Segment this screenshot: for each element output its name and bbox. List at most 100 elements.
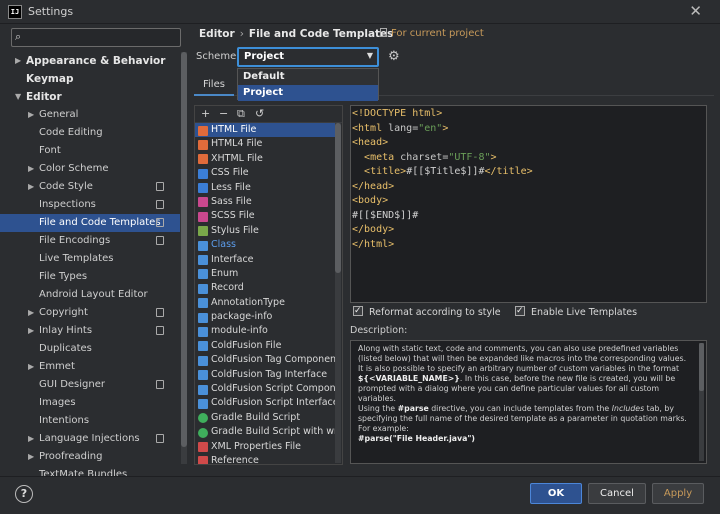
chevron-right-icon[interactable]: ▶ (28, 430, 34, 448)
template-list-item[interactable]: Gradle Build Script with wrapper (195, 425, 335, 439)
template-list-item[interactable]: HTML File (195, 123, 335, 138)
sidebar-item-label: Keymap (26, 73, 74, 85)
chevron-down-icon[interactable]: ▼ (15, 88, 21, 106)
breadcrumb-parent[interactable]: Editor (199, 28, 235, 40)
template-code-editor[interactable]: <!DOCTYPE html> <html lang="en"> <head> <m… (350, 105, 707, 303)
sidebar-item[interactable]: Inspections (0, 196, 180, 214)
sidebar-item[interactable]: ▶ Color Scheme (0, 160, 180, 178)
chevron-right-icon[interactable]: ▶ (28, 304, 34, 322)
template-list-item[interactable]: ColdFusion Tag Component (195, 353, 335, 367)
live-templates-checkbox[interactable]: Enable Live Templates (515, 304, 638, 320)
chevron-right-icon[interactable]: ▶ (15, 52, 21, 70)
sidebar-scroll-thumb[interactable] (181, 52, 187, 447)
template-list-item[interactable]: XML Properties File (195, 440, 335, 454)
template-list-panel: + − ⧉ ↺ HTML File HTML4 File XHTML File CSS… (194, 105, 343, 465)
template-list-item[interactable]: Sass File (195, 195, 335, 209)
sidebar-item[interactable]: File Types (0, 268, 180, 286)
template-list-item[interactable]: ColdFusion Script Interface (195, 396, 335, 410)
chevron-right-icon[interactable]: ▶ (28, 178, 34, 196)
template-list-item[interactable]: Stylus File (195, 224, 335, 238)
copy-icon[interactable]: ⧉ (237, 106, 245, 122)
template-list-item[interactable]: Class (195, 238, 335, 252)
sidebar-item[interactable]: Intentions (0, 412, 180, 430)
sidebar-item[interactable]: Android Layout Editor (0, 286, 180, 304)
template-list-item[interactable]: Interface (195, 253, 335, 267)
sidebar-item[interactable]: ▶ Emmet (0, 358, 180, 376)
file-type-icon (198, 168, 208, 179)
template-list-item[interactable]: Gradle Build Script (195, 411, 335, 425)
sidebar-item[interactable]: ▶ Language Injections (0, 430, 180, 448)
code-line: <!DOCTYPE html> (351, 107, 706, 122)
sidebar-item[interactable]: ▶ Code Style (0, 178, 180, 196)
live-templates-label: Enable Live Templates (531, 307, 638, 318)
settings-search[interactable]: ⌕ (11, 28, 181, 47)
template-options: Reformat according to style Enable Live … (350, 304, 710, 322)
sidebar-item[interactable]: ▶ Proofreading (0, 448, 180, 466)
description-scroll-thumb[interactable] (699, 343, 704, 391)
sidebar-item[interactable]: Code Editing (0, 124, 180, 142)
ok-button[interactable]: OK (530, 483, 582, 504)
sidebar-item-label: Appearance & Behavior (26, 55, 166, 67)
apply-button[interactable]: Apply (652, 483, 704, 504)
sidebar-item[interactable]: Live Templates (0, 250, 180, 268)
sidebar-item[interactable]: ▶ Appearance & Behavior (0, 52, 180, 70)
help-button[interactable]: ? (15, 485, 33, 503)
description-p3-a: Using the (358, 404, 398, 413)
template-list-item[interactable]: Enum (195, 267, 335, 281)
template-name: XHTML File (211, 152, 263, 164)
sidebar-item[interactable]: Duplicates (0, 340, 180, 358)
sidebar-item[interactable]: File and Code Templates (0, 214, 180, 232)
template-list-item[interactable]: Record (195, 281, 335, 295)
code-token: <html (352, 122, 389, 134)
template-list-item[interactable]: package-info (195, 310, 335, 324)
file-type-icon (198, 125, 208, 136)
file-type-icon (198, 427, 208, 438)
search-input[interactable] (32, 30, 177, 45)
add-icon[interactable]: + (201, 106, 210, 122)
chevron-right-icon[interactable]: ▶ (28, 160, 34, 178)
template-list-item[interactable]: XHTML File (195, 152, 335, 166)
sidebar-item[interactable]: TextMate Bundles (0, 466, 180, 476)
sidebar-item[interactable]: File Encodings (0, 232, 180, 250)
sidebar-scrollbar[interactable] (181, 52, 187, 464)
description-example: #parse("File Header.java") (358, 434, 475, 443)
list-scrollbar[interactable] (335, 123, 341, 463)
scheme-option[interactable]: Default (238, 69, 378, 85)
list-scroll-thumb[interactable] (335, 123, 341, 273)
sidebar-item[interactable]: Font (0, 142, 180, 160)
sidebar-item[interactable]: ▶ Copyright (0, 304, 180, 322)
sidebar-item[interactable]: ▼ Editor (0, 88, 180, 106)
scheme-select[interactable]: Project ▼ (237, 47, 379, 67)
sidebar-item[interactable]: GUI Designer (0, 376, 180, 394)
gear-icon[interactable]: ⚙ (388, 49, 400, 64)
sidebar-item[interactable]: ▶ Inlay Hints (0, 322, 180, 340)
template-list-item[interactable]: SCSS File (195, 209, 335, 223)
sidebar-item[interactable]: ▶ General (0, 106, 180, 124)
code-token: "UTF-8" (448, 151, 491, 163)
breadcrumb-current: File and Code Templates (248, 28, 394, 40)
template-list-item[interactable]: HTML4 File (195, 137, 335, 151)
template-list-item[interactable]: ColdFusion File (195, 339, 335, 353)
template-list-item[interactable]: AnnotationType (195, 296, 335, 310)
template-list-item[interactable]: module-info (195, 324, 335, 338)
remove-icon[interactable]: − (219, 106, 228, 122)
cancel-button[interactable]: Cancel (588, 483, 646, 504)
scheme-option[interactable]: Project (238, 85, 378, 101)
file-type-icon (198, 355, 208, 366)
reformat-checkbox[interactable]: Reformat according to style (353, 304, 501, 320)
template-list-item[interactable]: ColdFusion Tag Interface (195, 368, 335, 382)
chevron-right-icon[interactable]: ▶ (28, 448, 34, 466)
template-list-item[interactable]: Reference (195, 454, 335, 464)
chevron-right-icon[interactable]: ▶ (28, 322, 34, 340)
close-icon[interactable]: ✕ (689, 2, 702, 20)
sidebar-item[interactable]: Keymap (0, 70, 180, 88)
sidebar-item[interactable]: Images (0, 394, 180, 412)
template-list-item[interactable]: ColdFusion Script Component (195, 382, 335, 396)
template-list-item[interactable]: CSS File (195, 166, 335, 180)
tab-files[interactable]: Files (194, 76, 234, 96)
reset-icon[interactable]: ↺ (255, 106, 264, 122)
chevron-right-icon[interactable]: ▶ (28, 106, 34, 124)
template-list-item[interactable]: Less File (195, 181, 335, 195)
chevron-right-icon[interactable]: ▶ (28, 358, 34, 376)
description-scrollbar[interactable] (699, 343, 704, 461)
